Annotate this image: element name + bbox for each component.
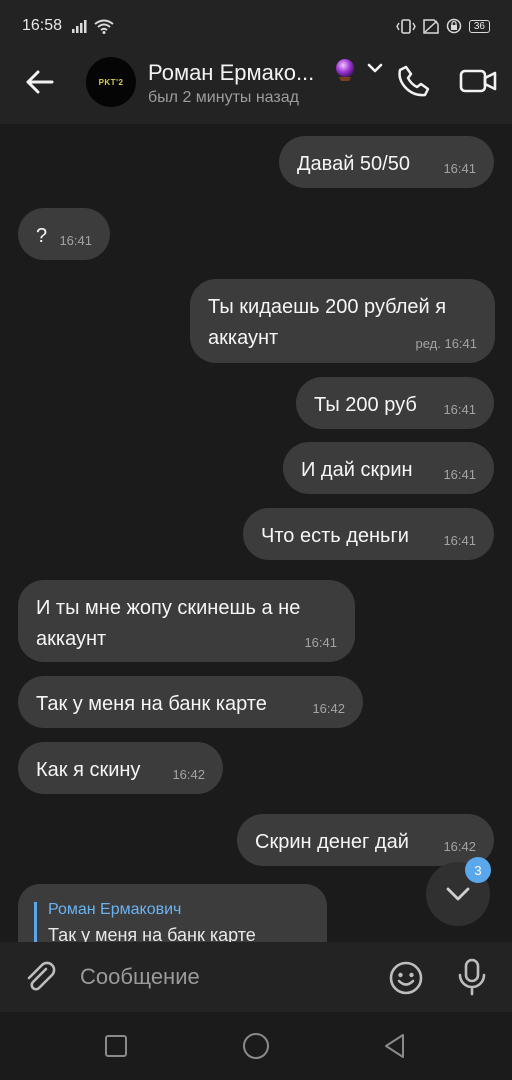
message-list[interactable]: Давай 50/50 16:41 ? 16:41 Ты кидаешь 200… (0, 124, 512, 942)
message-outgoing[interactable]: Ты 200 руб 16:41 (296, 377, 494, 429)
message-text: Как я скину (36, 759, 141, 781)
message-outgoing[interactable]: Скрин денег дай 16:42 (237, 814, 494, 866)
contact-name[interactable]: Роман Ермако... (148, 60, 314, 86)
crystal-ball-icon (336, 59, 354, 81)
message-composer (0, 942, 512, 1012)
smiley-icon[interactable] (388, 960, 424, 996)
message-time: 16:41 (443, 533, 476, 548)
avatar[interactable]: PKT'2 (86, 57, 136, 107)
microphone-icon[interactable] (456, 958, 488, 996)
alarm-icon (446, 18, 462, 34)
home-icon[interactable] (242, 1032, 270, 1060)
recent-apps-icon[interactable] (104, 1034, 128, 1058)
battery-indicator: 36 (468, 19, 490, 33)
message-time: 16:41 (304, 635, 337, 650)
message-text: Так у меня на банк карте (36, 693, 267, 715)
message-incoming[interactable]: Как я скину 16:42 (18, 742, 223, 794)
message-text: И ты мне жопу скинешь а не аккаунт (36, 597, 301, 650)
reply-bar (34, 902, 37, 942)
chevron-down-icon (446, 887, 470, 901)
message-incoming[interactable]: Так у меня на банк карте 16:42 (18, 676, 363, 728)
paperclip-icon[interactable] (22, 959, 58, 995)
message-time: ред. 16:41 (415, 336, 477, 351)
message-outgoing[interactable]: Что есть деньги 16:41 (243, 508, 494, 560)
back-button[interactable] (22, 64, 58, 100)
message-text: Что есть деньги (261, 525, 409, 547)
status-bar: 16:58 36 (0, 0, 512, 52)
message-time: 16:42 (172, 767, 205, 782)
avatar-text: PKT'2 (98, 77, 124, 87)
unread-count-badge: 3 (465, 857, 491, 883)
message-incoming[interactable]: И ты мне жопу скинешь а не аккаунт 16:41 (18, 580, 355, 662)
message-text: И дай скрин (301, 459, 413, 481)
chat-header: PKT'2 Роман Ермако... был 2 минуты назад (0, 52, 512, 124)
status-time: 16:58 (22, 17, 63, 34)
message-input[interactable] (80, 960, 370, 994)
signal-icon (72, 20, 87, 33)
system-navigation-bar (0, 1012, 512, 1080)
reply-message[interactable]: Роман Ермакович Так у меня на банк карте (18, 884, 327, 942)
message-outgoing[interactable]: Давай 50/50 16:41 (279, 136, 494, 188)
message-time: 16:41 (59, 233, 92, 248)
message-time: 16:42 (312, 701, 345, 716)
message-outgoing[interactable]: Ты кидаешь 200 рублей я аккаунт ред. 16:… (190, 279, 495, 363)
message-text: Ты кидаешь 200 рублей я аккаунт (208, 296, 447, 349)
message-time: 16:41 (443, 161, 476, 176)
message-text: Давай 50/50 (297, 153, 410, 175)
contact-status: был 2 минуты назад (148, 89, 299, 106)
message-time: 16:41 (443, 402, 476, 417)
reply-text: Так у меня на банк карте (48, 925, 256, 942)
message-outgoing[interactable]: И дай скрин 16:41 (283, 442, 494, 494)
vibrate-icon (396, 18, 416, 34)
reply-author: Роман Ермакович (48, 901, 182, 918)
message-time: 16:42 (443, 839, 476, 854)
message-text: ? (36, 225, 48, 247)
nav-back-icon[interactable] (381, 1032, 409, 1060)
message-text: Скрин денег дай (255, 831, 409, 853)
message-time: 16:41 (443, 467, 476, 482)
message-text: Ты 200 руб (314, 394, 417, 416)
chevron-down-icon[interactable] (365, 61, 385, 75)
status-icons-right: 36 (396, 18, 490, 34)
status-icons-left (72, 19, 114, 34)
message-incoming[interactable]: ? 16:41 (18, 208, 110, 260)
sim-icon (423, 18, 439, 34)
video-camera-icon[interactable] (458, 64, 498, 98)
phone-icon[interactable] (396, 63, 432, 99)
wifi-icon (94, 19, 114, 34)
